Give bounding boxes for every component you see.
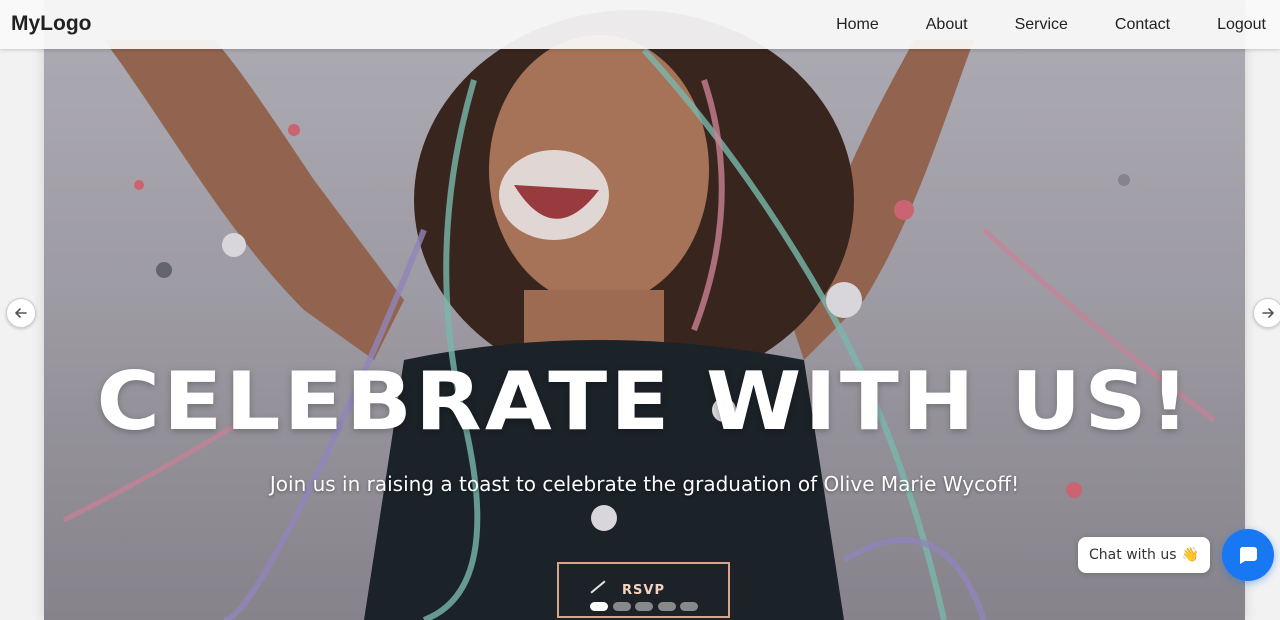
carousel-dot-1[interactable] (590, 602, 608, 611)
nav-about[interactable]: About (926, 16, 968, 34)
nav-service[interactable]: Service (1015, 16, 1068, 34)
main-nav: Home About Service Contact Logout (789, 0, 1266, 49)
carousel-next-button[interactable] (1253, 298, 1280, 328)
nav-contact[interactable]: Contact (1115, 16, 1170, 34)
waving-hand-icon: 👋 (1181, 547, 1199, 563)
carousel-dot-2[interactable] (612, 602, 631, 611)
nav-home[interactable]: Home (836, 16, 879, 34)
chat-prompt-bubble[interactable]: Chat with us 👋 (1078, 537, 1210, 573)
carousel-dot-5[interactable] (680, 602, 698, 611)
hero-slide (44, 0, 1245, 620)
arrow-right-icon (1262, 308, 1274, 318)
pen-icon (590, 580, 606, 594)
rsvp-label: RSVP (622, 583, 665, 598)
hero-headline: CELEBRATE WITH US! (96, 355, 1193, 448)
top-navbar: MyLogo Home About Service Contact Logout (0, 0, 1280, 49)
carousel-prev-button[interactable] (6, 298, 36, 328)
chat-launcher-button[interactable] (1222, 529, 1274, 581)
site-logo[interactable]: MyLogo (11, 12, 91, 36)
carousel-dot-4[interactable] (657, 602, 676, 611)
arrow-left-icon (15, 308, 27, 318)
hero-subtitle: Join us in raising a toast to celebrate … (269, 472, 1020, 496)
carousel-dots (590, 602, 703, 611)
chat-prompt-label: Chat with us (1089, 547, 1177, 563)
chat-icon (1239, 547, 1257, 564)
carousel-dot-3[interactable] (635, 602, 653, 611)
nav-logout[interactable]: Logout (1217, 16, 1266, 34)
